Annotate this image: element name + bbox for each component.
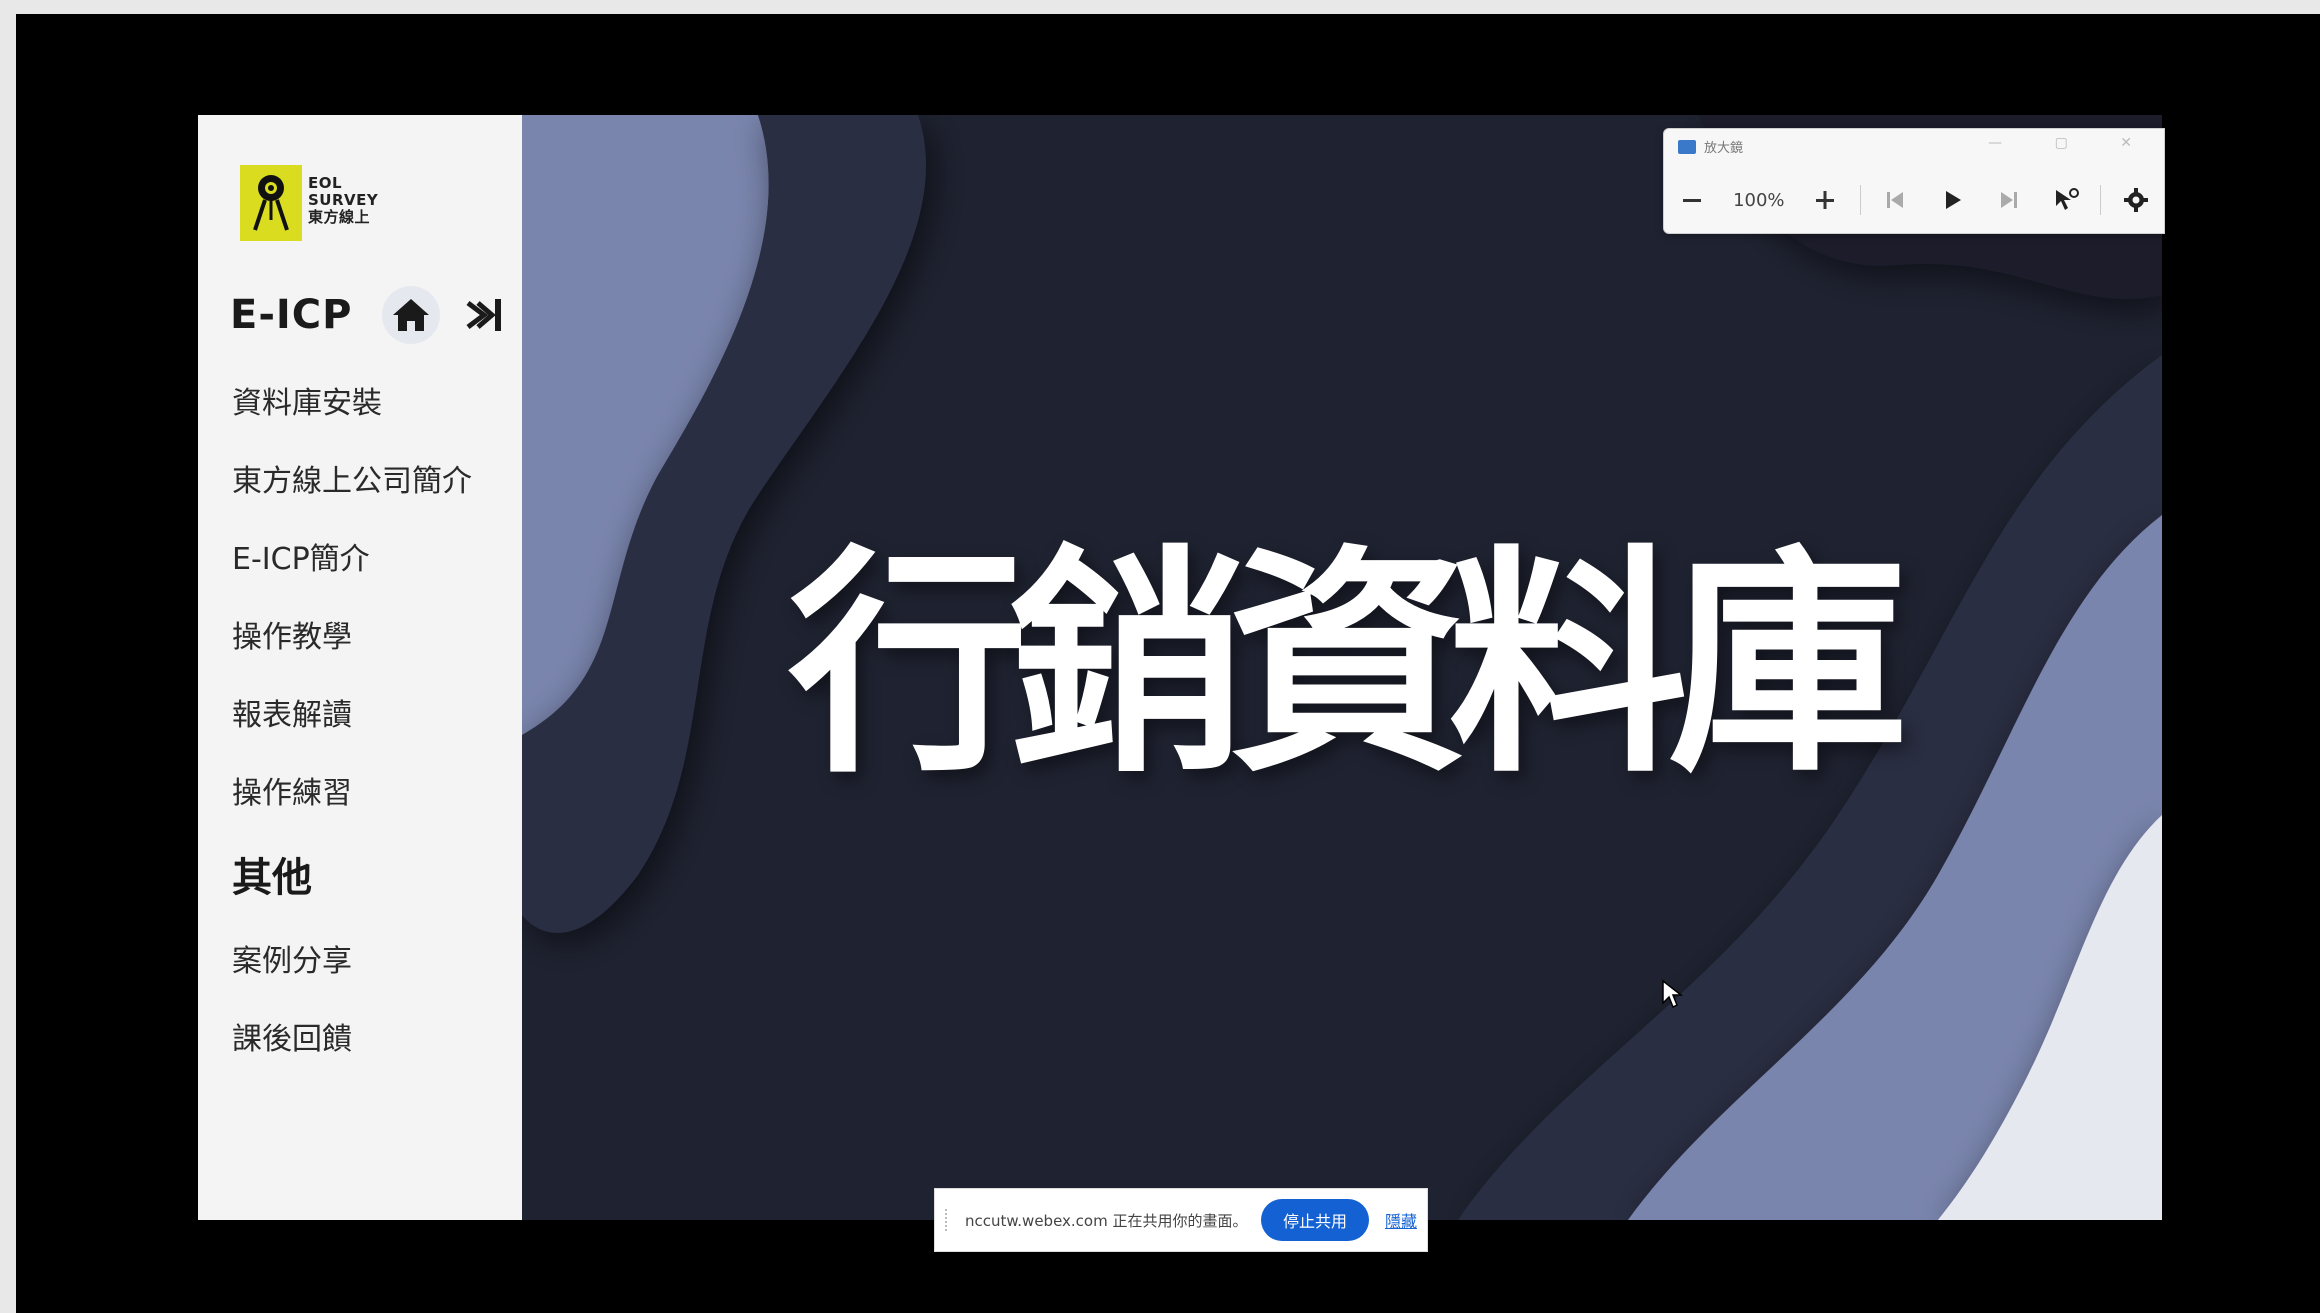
presentation-slide: 行銷資料庫 EOL SURVEY 東方線上 E-ICP 資料庫安裝 東方線上公司… [198,115,2162,1220]
nav-item-tutorial[interactable]: 操作教學 [232,599,522,677]
sidebar: EOL SURVEY 東方線上 E-ICP 資料庫安裝 東方線上公司簡介 E-I… [198,115,522,1220]
home-button[interactable] [382,286,441,344]
sidebar-nav: 資料庫安裝 東方線上公司簡介 E-ICP簡介 操作教學 報表解讀 操作練習 其他… [232,365,522,1079]
nav-item-practice[interactable]: 操作練習 [232,755,522,833]
zoom-out-button[interactable] [1664,173,1721,227]
sidebar-collapse-icon [466,299,502,331]
settings-button[interactable] [2107,173,2164,227]
home-icon [393,299,430,331]
read-from-cursor-button[interactable] [2037,173,2094,227]
logo-line: 東方線上 [308,208,371,226]
nav-item-db-install[interactable]: 資料庫安裝 [232,365,522,443]
brand-row: E-ICP [230,285,510,345]
stop-sharing-button[interactable]: 停止共用 [1261,1199,1370,1241]
toolbar-separator [2100,185,2102,215]
company-logo: EOL SURVEY 東方線上 [240,165,410,245]
nav-section-heading: 其他 [232,855,312,901]
magnifier-app-icon [1678,139,1696,154]
magnifier-titlebar: 放大鏡 [1678,137,1743,156]
logo-badge [240,165,302,241]
nav-item-eicp-intro[interactable]: E-ICP簡介 [232,521,522,599]
minus-icon [1683,199,1702,202]
hide-link[interactable]: 隱藏 [1385,1208,1417,1232]
nav-item-company-intro[interactable]: 東方線上公司簡介 [232,443,522,521]
brand-name[interactable]: E-ICP [230,292,352,338]
logo-line: SURVEY [308,191,379,209]
slide-title: 行銷資料庫 [788,525,1908,805]
logo-figure-icon [253,175,289,231]
cursor-icon [2055,188,2079,210]
nav-item-feedback[interactable]: 課後回饋 [232,1001,522,1079]
magnifier-title: 放大鏡 [1704,141,1744,156]
magnifier-window[interactable]: 放大鏡 — ▢ ✕ 100% [1663,128,2165,234]
plus-icon [1816,191,1835,209]
toolbar-separator [1859,185,1861,215]
mouse-cursor-icon [1662,979,1683,1009]
skip-back-icon [1887,192,1904,208]
skip-forward-button[interactable] [1980,173,2037,227]
skip-forward-icon [2000,192,2017,208]
window-controls[interactable]: — ▢ ✕ [1988,135,2156,151]
magnifier-toolbar: 100% [1664,173,2164,227]
nav-item-case-sharing[interactable]: 案例分享 [232,923,522,1001]
logo-text: EOL SURVEY 東方線上 [308,175,378,226]
nav-item-report-reading[interactable]: 報表解讀 [232,677,522,755]
gear-icon [2123,188,2148,212]
zoom-in-button[interactable] [1797,173,1854,227]
skip-back-button[interactable] [1867,173,1924,227]
drag-handle[interactable] [945,1209,957,1231]
play-icon [1945,191,1961,209]
sidebar-collapse-button[interactable] [460,290,508,340]
zoom-level: 100% [1733,189,1785,211]
share-status-text: nccutw.webex.com 正在共用你的畫面。 [965,1211,1248,1230]
screen-share-bar: nccutw.webex.com 正在共用你的畫面。 停止共用 隱藏 [934,1188,1428,1252]
logo-line: EOL [308,174,343,192]
play-button[interactable] [1923,173,1980,227]
